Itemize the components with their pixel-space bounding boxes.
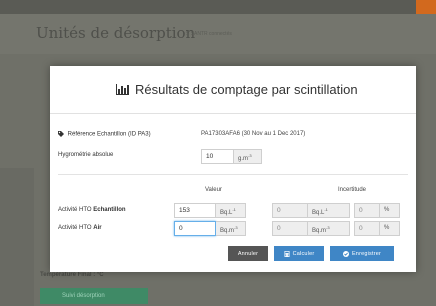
sample-activity-unit-text: Bq.L — [220, 210, 233, 216]
air-activity-unit: Bq.m-3 — [216, 221, 246, 236]
sample-uncertainty-unit-text: Bq.L — [312, 210, 325, 216]
air-uncertainty-unit-text: Bq.m — [312, 228, 327, 234]
modal-header: Résultats de comptage par scintillation — [50, 66, 416, 114]
results-modal: Résultats de comptage par scintillation … — [50, 66, 416, 272]
hygrometry-unit-exp: -3 — [248, 153, 252, 158]
air-uncertainty-unit-exp: -3 — [326, 225, 330, 230]
calculate-button[interactable]: Calculer — [274, 246, 324, 261]
air-percent-symbol: % — [380, 221, 400, 236]
page-title: Unités de désorption — [36, 24, 196, 42]
cancel-button[interactable]: Annuler — [228, 246, 268, 261]
air-activity-label: Activité HTO Air — [58, 225, 102, 231]
sample-activity-input[interactable]: 153 — [174, 203, 216, 218]
cancel-button-label: Annuler — [237, 250, 259, 257]
sample-uncertainty-percent-input[interactable]: 0 — [354, 203, 380, 218]
sample-activity-label: Activité HTO Echantillon — [58, 207, 126, 213]
check-circle-icon — [342, 250, 349, 257]
air-uncertainty-input[interactable]: 0 — [272, 221, 308, 236]
air-activity-unit-exp: -3 — [234, 225, 238, 230]
sample-activity-label-bold: Echantillon — [93, 207, 126, 213]
reference-value: PA17303AFA6 (30 Nov au 1 Dec 2017) — [201, 131, 306, 137]
sample-uncertainty-input[interactable]: 0 — [272, 203, 308, 218]
air-activity-input[interactable]: 0 — [174, 221, 216, 236]
value-column-header: Valeur — [205, 187, 222, 193]
uncertainty-column-header: Incertitude — [338, 187, 367, 193]
background-side-panel — [0, 168, 34, 306]
save-button-label: Enregistrer — [351, 250, 382, 257]
hygrometry-label: Hygrométrie absolue — [58, 152, 114, 158]
air-activity-label-bold: Air — [93, 225, 102, 231]
top-bar — [0, 0, 436, 14]
page-subtitle: S SANTR connectés — [186, 31, 232, 37]
air-activity-unit-text: Bq.m — [220, 228, 235, 234]
desorption-follow-label: Suivi désorption — [62, 293, 105, 299]
reference-label-text: Référence Echantillon (ID PA3) — [67, 131, 151, 138]
sample-uncertainty-unit: Bq.L-1 — [308, 203, 350, 218]
air-activity-label-prefix: Activité HTO — [58, 225, 94, 231]
divider — [58, 174, 408, 175]
desorption-follow-button[interactable]: Suivi désorption — [40, 288, 148, 304]
hygrometry-unit: g.m-3 — [234, 149, 262, 164]
save-button[interactable]: Enregistrer — [330, 246, 394, 261]
air-uncertainty-unit: Bq.m-3 — [308, 221, 350, 236]
sample-activity-unit: Bq.L-1 — [216, 203, 246, 218]
modal-title: Résultats de comptage par scintillation — [116, 82, 358, 97]
modal-title-text: Résultats de comptage par scintillation — [135, 82, 358, 97]
sample-uncertainty-unit-exp: -1 — [324, 207, 328, 212]
sample-percent-symbol: % — [380, 203, 400, 218]
tag-icon — [58, 131, 64, 137]
top-bar-accent — [416, 0, 436, 14]
sample-activity-unit-exp: -1 — [232, 207, 236, 212]
hygrometry-unit-text: g.m — [238, 156, 249, 162]
air-uncertainty-percent-input[interactable]: 0 — [354, 221, 380, 236]
bar-chart-icon — [116, 84, 129, 95]
temperature-label: Température Final : °C — [40, 272, 104, 278]
calculator-icon — [284, 250, 290, 257]
hygrometry-input[interactable]: 10 — [201, 149, 234, 164]
reference-label: Référence Echantillon (ID PA3) — [58, 131, 151, 138]
sample-activity-label-prefix: Activité HTO — [58, 207, 94, 213]
calculate-button-label: Calculer — [292, 250, 315, 257]
